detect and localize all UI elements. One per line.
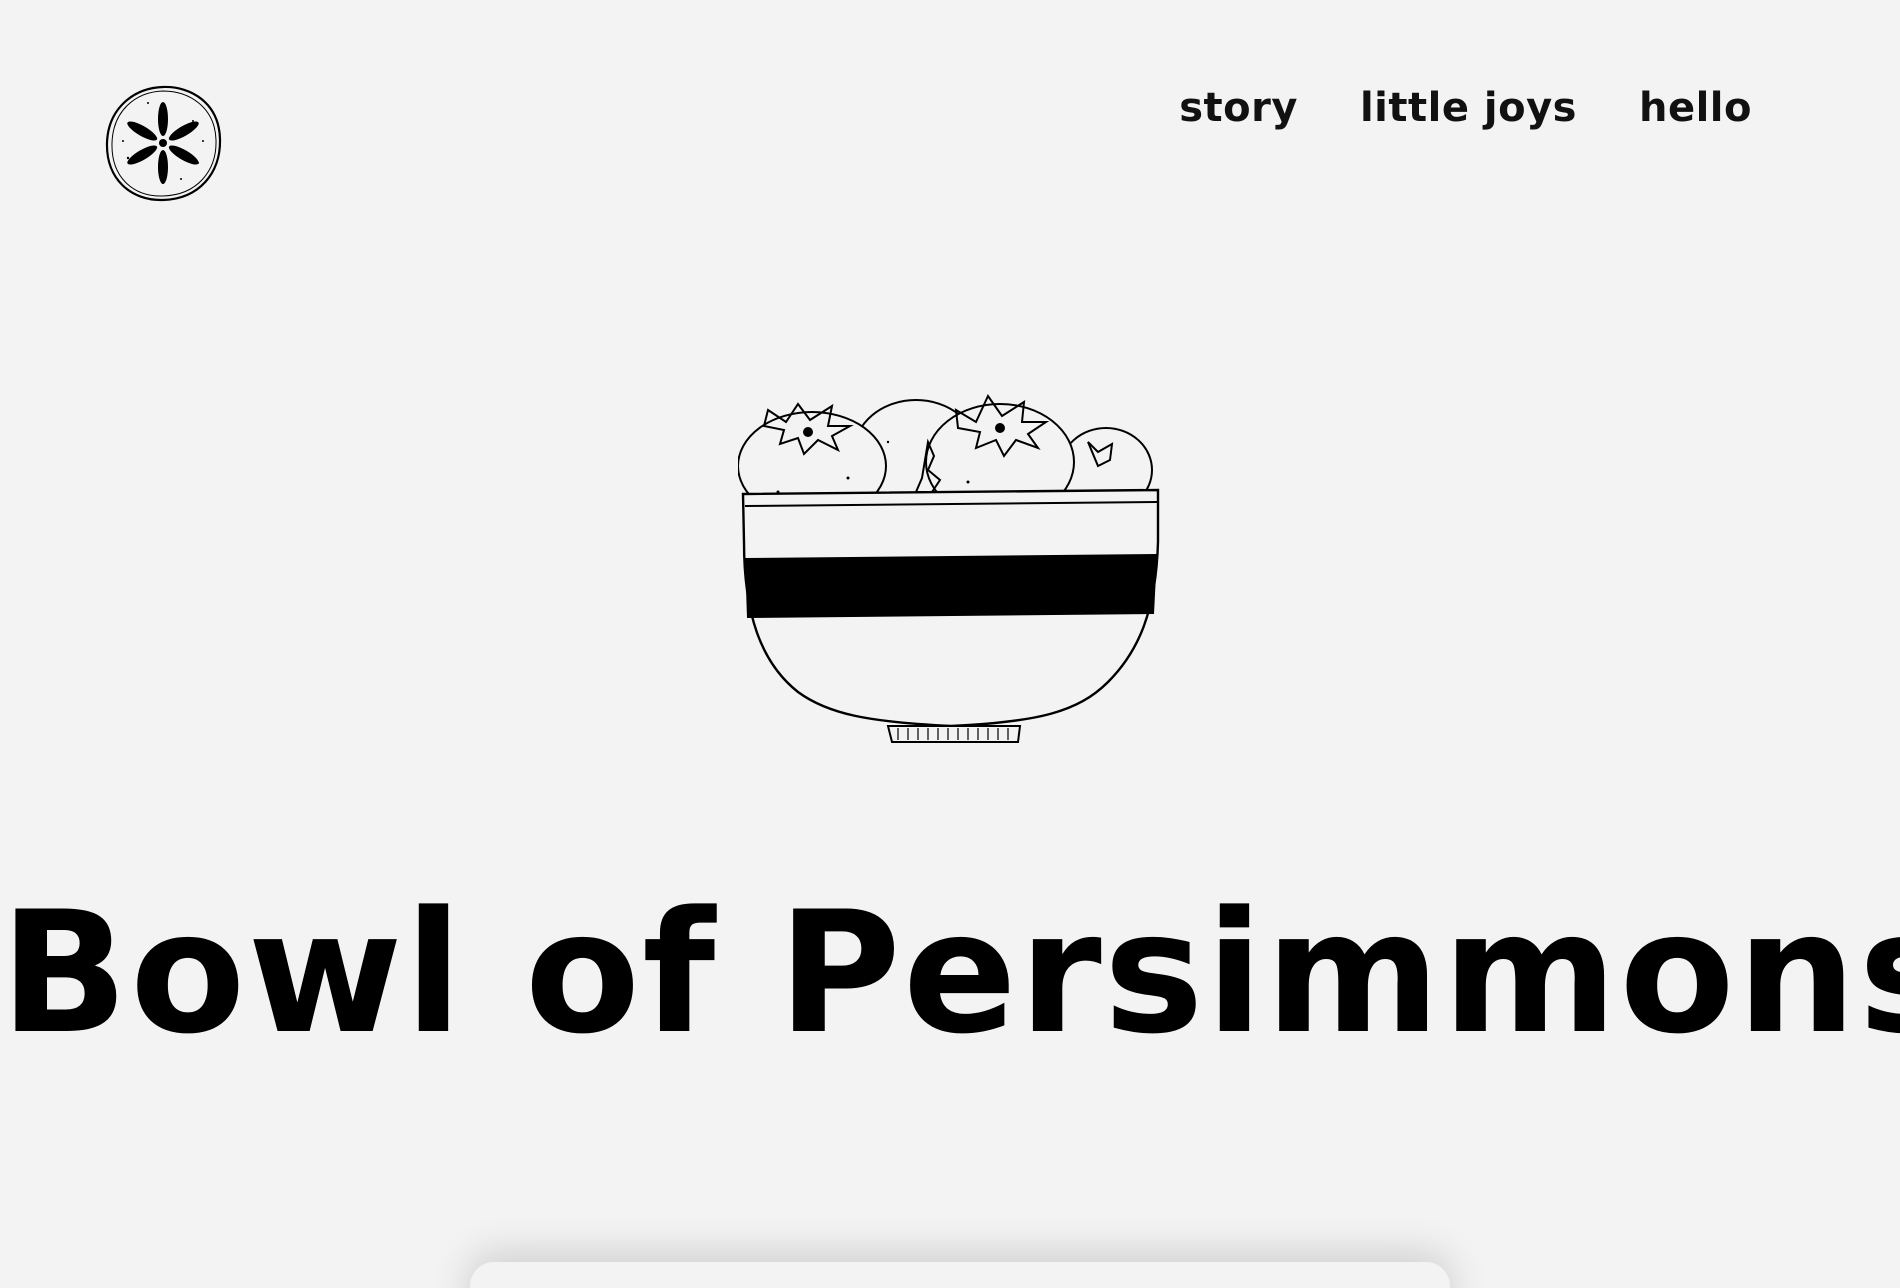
page-title: Bowl of Persimmons (0, 875, 1900, 1071)
logo-link[interactable] (103, 83, 223, 203)
nav-story-link[interactable]: story (1179, 84, 1298, 132)
main-nav: story little joys hello (1179, 84, 1752, 132)
nav-hello-link[interactable]: hello (1639, 84, 1752, 132)
content-card-edge (470, 1262, 1450, 1288)
nav-little-joys-link[interactable]: little joys (1360, 84, 1577, 132)
persimmon-slice-logo-icon (105, 85, 222, 202)
bowl-of-persimmons-illustration (738, 394, 1160, 743)
